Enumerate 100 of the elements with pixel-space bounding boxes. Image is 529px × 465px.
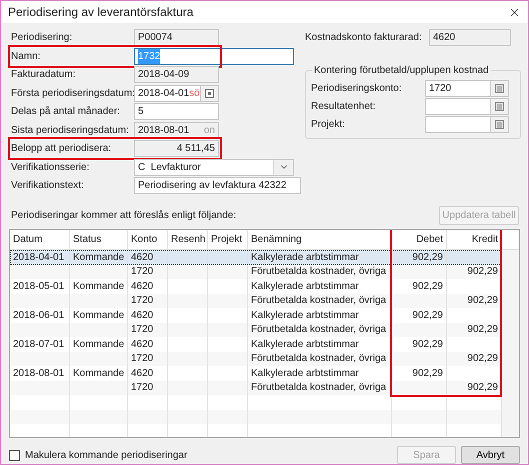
table-cell-text: 2018-08-01	[13, 366, 64, 381]
table-row[interactable]: 1720 Förutbetalda kostnader, övriga 902,29	[10, 380, 502, 395]
table-cell-text: 902,29	[467, 323, 498, 338]
field-label: Kostnadskonto fakturarad:	[305, 31, 423, 45]
table-cell-text: 2018-05-01	[13, 280, 64, 294]
group-title: Kontering förutbetald/upplupen kostnad	[312, 63, 491, 78]
field-label: Namn:	[10, 50, 42, 64]
dialog-button[interactable]: Avbryt	[461, 446, 520, 464]
field-label: Periodiseringskonto:	[311, 82, 403, 96]
column-header[interactable]: Kredit	[447, 230, 502, 249]
field-label: Sista periodiseringsdatum:	[10, 124, 130, 138]
amount-field: 4 511,45	[134, 140, 219, 157]
window-title: Periodisering av leverantörsfaktura	[8, 4, 194, 21]
table-cell-text: Kommande	[73, 308, 124, 323]
table-cell-text: Förutbetalda kostnader, övriga	[251, 381, 386, 396]
table-cell-text: Kalkylerade arbtstimmar	[251, 308, 359, 323]
table-cell-text: Förutbetalda kostnader, övriga	[251, 265, 386, 280]
column-header[interactable]: Debet	[392, 230, 447, 249]
table-row[interactable]: 1720 Förutbetalda kostnader, övriga 902,29	[10, 264, 502, 279]
checkbox-label: Makulera kommande periodiseringar	[25, 448, 188, 462]
list-icon	[495, 102, 504, 111]
table-cell-text: Kalkylerade arbtstimmar	[251, 366, 359, 381]
table-cell-text: Förutbetalda kostnader, övriga	[251, 352, 386, 366]
field-label: Belopp att periodisera:	[10, 142, 112, 156]
date-value: 2018-04-01	[138, 86, 190, 100]
list-icon	[495, 84, 504, 93]
input-field[interactable]: 5	[134, 103, 219, 120]
table-cell-text: 4620	[131, 280, 154, 294]
table-cell-text: 2018-06-01	[13, 308, 64, 323]
table-cell-text: 4620	[131, 366, 154, 381]
field-label: Delas på antal månader:	[10, 105, 121, 119]
table-cell-text: 902,29	[412, 338, 443, 352]
table-cell-text: Kommande	[73, 338, 124, 352]
table-cell-text: Kommande	[73, 280, 124, 294]
date-value: 2018-08-01	[138, 124, 190, 138]
table-row[interactable]: 2018-05-01 Kommande 4620 Kalkylerade arbtstimmar 902,29	[10, 279, 502, 294]
account-field[interactable]: 1720	[425, 80, 509, 97]
table-row[interactable]: 2018-08-01 Kommande 4620 Kalkylerade arbtstimmar 902,29	[10, 366, 502, 380]
table-cell-text: 1720	[131, 381, 154, 396]
field-label: Projekt:	[311, 118, 346, 132]
table-cell-text: Kalkylerade arbtstimmar	[251, 280, 359, 294]
table-cell-text: 902,29	[412, 366, 443, 381]
column-header[interactable]: Resenh	[168, 230, 208, 249]
table-cell-text: Förutbetalda kostnader, övriga	[251, 323, 386, 338]
table-cell-text: 1720	[131, 323, 154, 338]
weekday-label: on	[204, 124, 215, 138]
table-cell-text: 902,29	[467, 381, 498, 396]
checkbox[interactable]	[9, 450, 20, 460]
field-label: Periodisering:	[10, 31, 74, 45]
list-icon	[495, 120, 504, 129]
weekday-label: sö	[189, 86, 200, 100]
field-label: Resultatenhet:	[311, 100, 376, 114]
input-field[interactable]: Periodisering av levfaktura 42322	[134, 177, 301, 194]
calendar-button[interactable]	[201, 84, 219, 102]
lookup-button[interactable]	[490, 81, 508, 96]
field-label: Verifikationstext:	[10, 179, 85, 193]
readonly-field: P00074	[134, 29, 219, 46]
table-row[interactable]: 2018-07-01 Kommande 4620 Kalkylerade arbtstimmar 902,29	[10, 337, 502, 352]
table-cell-text: 902,29	[467, 352, 498, 366]
table-cell-text: Kalkylerade arbtstimmar	[251, 250, 359, 265]
column-header[interactable]: Projekt	[208, 230, 248, 249]
table-cell-text: 2018-07-01	[13, 338, 64, 352]
table-caption: Periodiseringar kommer att föreslås enligt följande:	[10, 209, 236, 223]
lookup-button[interactable]	[490, 117, 508, 132]
calendar-icon	[205, 88, 214, 98]
account-field[interactable]	[425, 98, 509, 115]
table-cell-text: 902,29	[467, 265, 498, 280]
column-header[interactable]: Konto	[128, 230, 168, 249]
column-header[interactable]: Datum	[10, 230, 70, 249]
table-cell-text: 1720	[131, 352, 154, 366]
table-cell-text: 4620	[131, 308, 154, 323]
table-cell-text: Kalkylerade arbtstimmar	[251, 338, 359, 352]
readonly-field: 4620	[429, 29, 511, 46]
lookup-button[interactable]	[490, 99, 508, 114]
table-row[interactable]: 2018-04-01 Kommande 4620 Kalkylerade arbtstimmar 902,29	[10, 250, 502, 264]
account-field[interactable]	[425, 116, 509, 133]
table-cell-text: Förutbetalda kostnader, övriga	[251, 294, 386, 308]
readonly-field: 2018-04-09	[134, 66, 219, 83]
column-header[interactable]: Status	[70, 230, 128, 249]
table-cell-text: 1720	[131, 294, 154, 308]
column-header[interactable]: Benämning	[248, 230, 392, 249]
table-row[interactable]: 1720 Förutbetalda kostnader, övriga 902,29	[10, 322, 502, 337]
table-cell-text: 4620	[131, 250, 154, 265]
table-cell-text: Kommande	[73, 250, 124, 265]
table-cell-text: Kommande	[73, 366, 124, 381]
table-cell-text: 902,29	[412, 250, 443, 265]
field-label: Verifikationsserie:	[10, 160, 90, 174]
field-label: Fakturadatum:	[10, 68, 76, 82]
table-row[interactable]: 1720 Förutbetalda kostnader, övriga 902,29	[10, 352, 502, 366]
date-field[interactable]: 2018-04-01sö	[134, 84, 201, 102]
table-cell-text: 4620	[131, 338, 154, 352]
table-row[interactable]: 2018-06-01 Kommande 4620 Kalkylerade arbtstimmar 902,29	[10, 308, 502, 322]
table-cell-text: 902,29	[412, 308, 443, 323]
table-cell-text: 902,29	[467, 294, 498, 308]
table-row[interactable]: 1720 Förutbetalda kostnader, övriga 902,29	[10, 294, 502, 308]
table-cell-text: 902,29	[412, 280, 443, 294]
series-dropdown[interactable]: C Levfakturor	[134, 158, 294, 176]
field-label: Första periodiseringsdatum:	[10, 86, 134, 100]
table-cell-text: 2018-04-01	[13, 250, 64, 265]
table-cell-text: 1720	[131, 265, 154, 280]
